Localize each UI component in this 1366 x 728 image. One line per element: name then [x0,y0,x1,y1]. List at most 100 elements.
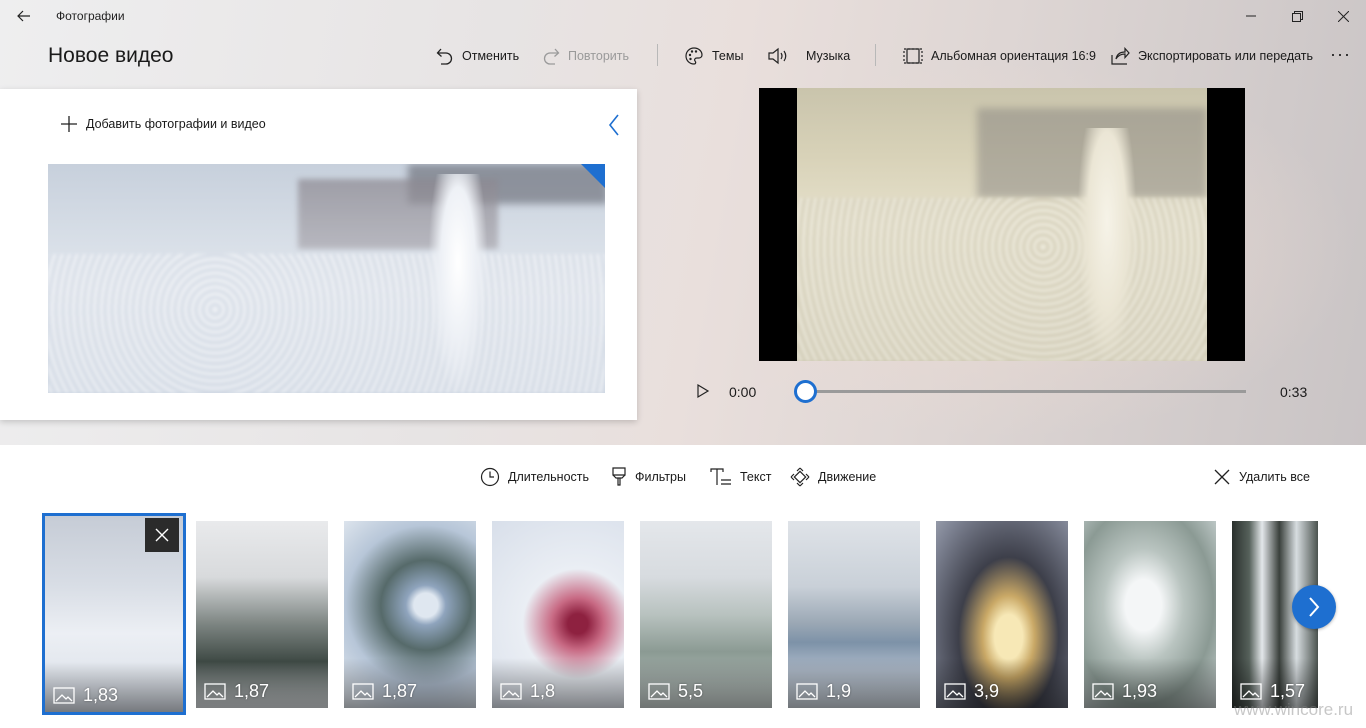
text-label: Текст [740,470,772,484]
page-title: Новое видео [48,44,174,67]
card-duration-value: 1,9 [826,681,852,701]
music-button[interactable]: Музыка [768,42,850,70]
image-icon [796,683,818,700]
close-button[interactable] [1320,0,1366,32]
storyboard-card[interactable]: 5,5 [640,521,772,708]
card-duration-value: 1,87 [382,681,418,701]
storyboard-card[interactable]: 1,87 [344,521,476,708]
library-media-thumbnail[interactable] [48,164,605,393]
storyboard-card[interactable]: 3,9 [936,521,1068,708]
share-icon [1111,47,1130,65]
card-duration: 1,93 [1092,681,1157,702]
storyboard-card[interactable]: 1,8 [492,521,624,708]
undo-button[interactable]: Отменить [436,42,519,70]
minimize-button[interactable] [1228,0,1274,32]
card-duration-value: 1,93 [1122,681,1158,701]
back-button[interactable] [8,4,40,28]
maximize-button[interactable] [1274,0,1320,32]
redo-icon [543,48,560,65]
themes-label: Темы [712,49,744,63]
image-icon [648,683,670,700]
close-icon [1337,10,1349,22]
motion-button[interactable]: Движение [790,464,876,490]
card-duration-value: 1,8 [530,681,556,701]
image-icon [352,683,374,700]
remove-card-button[interactable] [145,518,179,552]
speaker-icon [768,47,787,65]
palette-icon [685,47,703,65]
text-icon [710,468,731,485]
current-time: 0:00 [729,384,757,400]
chevron-right-icon [1309,597,1320,617]
seek-thumb[interactable] [793,380,817,403]
card-duration-value: 3,9 [974,681,1000,701]
separator [875,44,876,66]
collapse-library-button[interactable] [604,113,624,137]
filter-brush-icon [612,467,626,486]
more-options-button[interactable]: ··· [1330,44,1351,65]
export-label: Экспортировать или передать [1138,49,1314,63]
clock-icon [480,467,500,487]
seek-bar[interactable] [805,390,1246,393]
chevron-left-icon [608,114,619,136]
delete-all-button[interactable]: Удалить все [1213,464,1310,490]
card-duration-value: 1,57 [1270,681,1306,701]
video-preview[interactable] [759,88,1245,361]
themes-button[interactable]: Темы [684,42,743,70]
separator [657,44,658,66]
card-duration: 1,83 [53,685,118,706]
image-icon [500,683,522,700]
filters-label: Фильтры [635,470,686,484]
card-duration: 1,8 [500,681,555,702]
export-button[interactable]: Экспортировать или передать [1110,42,1313,70]
card-duration-value: 1,83 [83,685,119,705]
add-photos-label: Добавить фотографии и видео [86,117,266,131]
delete-all-label: Удалить все [1239,470,1310,484]
play-icon [697,383,710,399]
plus-icon [61,116,77,132]
storyboard-card[interactable]: 1,87 [196,521,328,708]
title-bar: Фотографии [0,0,1366,32]
restore-icon [1291,10,1303,22]
total-time: 0:33 [1280,384,1308,400]
duration-button[interactable]: Длительность [480,464,589,490]
card-duration-value: 5,5 [678,681,704,701]
card-duration: 1,87 [204,681,269,702]
storyboard-card[interactable]: 1,9 [788,521,920,708]
undo-label: Отменить [462,49,520,63]
card-duration: 1,57 [1240,681,1305,702]
play-button[interactable] [696,383,712,401]
card-duration: 3,9 [944,681,999,702]
arrow-left-icon [17,10,30,22]
close-icon [155,528,169,542]
app-title: Фотографии [56,9,125,23]
image-icon [944,683,966,700]
scroll-next-button[interactable] [1292,585,1336,629]
undo-icon [436,48,453,65]
card-duration: 1,87 [352,681,417,702]
aspect-ratio-label: Альбомная ориентация 16:9 [931,49,1096,63]
motion-label: Движение [818,470,877,484]
card-duration-value: 1,87 [234,681,270,701]
preview-frame [797,88,1207,361]
motion-icon [790,467,810,487]
redo-label: Повторить [568,49,630,63]
watermark: www.wincore.ru [1234,700,1354,719]
storyboard-card[interactable]: 1,93 [1084,521,1216,708]
card-duration: 1,9 [796,681,851,702]
redo-button[interactable]: Повторить [542,42,629,70]
image-icon [1240,683,1262,700]
aspect-ratio-button[interactable]: Альбомная ориентация 16:9 [903,42,1096,70]
minimize-icon [1246,15,1256,17]
card-duration: 5,5 [648,681,703,702]
text-button[interactable]: Текст [710,464,771,490]
add-photos-button[interactable]: Добавить фотографии и видео [60,115,266,133]
filters-button[interactable]: Фильтры [611,464,686,490]
music-label: Музыка [806,49,851,63]
image-icon [53,687,75,704]
aspect-ratio-icon [903,48,923,64]
duration-label: Длительность [508,470,590,484]
close-icon [1214,469,1230,485]
image-icon [204,683,226,700]
storyboard-card[interactable]: 1,83 [42,513,186,715]
